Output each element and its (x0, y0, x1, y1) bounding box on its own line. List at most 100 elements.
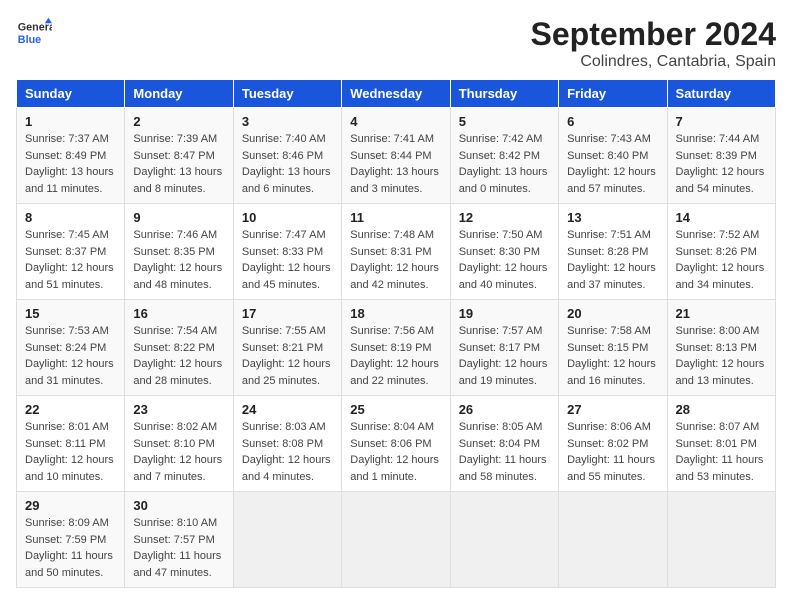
daylight-text: Daylight: 12 hours and 48 minutes. (133, 262, 222, 291)
day-number: 5 (459, 114, 550, 129)
sunrise-text: Sunrise: 7:58 AM (567, 325, 651, 337)
day-number: 16 (133, 306, 224, 321)
day-number: 11 (350, 210, 441, 225)
sunset-text: Sunset: 8:31 PM (350, 246, 431, 258)
sunset-text: Sunset: 8:26 PM (676, 246, 757, 258)
day-info: Sunrise: 8:10 AM Sunset: 7:57 PM Dayligh… (133, 515, 224, 581)
day-number: 26 (459, 402, 550, 417)
day-info: Sunrise: 7:37 AM Sunset: 8:49 PM Dayligh… (25, 131, 116, 197)
daylight-text: Daylight: 13 hours and 8 minutes. (133, 166, 222, 195)
sunrise-text: Sunrise: 7:54 AM (133, 325, 217, 337)
day-info: Sunrise: 7:50 AM Sunset: 8:30 PM Dayligh… (459, 227, 550, 293)
sunrise-text: Sunrise: 7:37 AM (25, 133, 109, 145)
calendar-cell (233, 492, 341, 588)
daylight-text: Daylight: 12 hours and 45 minutes. (242, 262, 331, 291)
header-tuesday: Tuesday (233, 80, 341, 108)
calendar-cell: 9 Sunrise: 7:46 AM Sunset: 8:35 PM Dayli… (125, 204, 233, 300)
day-info: Sunrise: 7:40 AM Sunset: 8:46 PM Dayligh… (242, 131, 333, 197)
day-number: 29 (25, 498, 116, 513)
sunset-text: Sunset: 8:21 PM (242, 342, 323, 354)
calendar-cell: 20 Sunrise: 7:58 AM Sunset: 8:15 PM Dayl… (559, 300, 667, 396)
day-number: 8 (25, 210, 116, 225)
sunset-text: Sunset: 8:37 PM (25, 246, 106, 258)
day-info: Sunrise: 7:41 AM Sunset: 8:44 PM Dayligh… (350, 131, 441, 197)
calendar-cell: 4 Sunrise: 7:41 AM Sunset: 8:44 PM Dayli… (342, 108, 450, 204)
sunrise-text: Sunrise: 7:51 AM (567, 229, 651, 241)
calendar-cell (342, 492, 450, 588)
calendar-subtitle: Colindres, Cantabria, Spain (531, 53, 776, 71)
day-info: Sunrise: 7:55 AM Sunset: 8:21 PM Dayligh… (242, 323, 333, 389)
daylight-text: Daylight: 12 hours and 34 minutes. (676, 262, 765, 291)
daylight-text: Daylight: 13 hours and 11 minutes. (25, 166, 114, 195)
sunset-text: Sunset: 8:47 PM (133, 150, 214, 162)
calendar-cell: 16 Sunrise: 7:54 AM Sunset: 8:22 PM Dayl… (125, 300, 233, 396)
calendar-cell: 19 Sunrise: 7:57 AM Sunset: 8:17 PM Dayl… (450, 300, 558, 396)
day-info: Sunrise: 8:06 AM Sunset: 8:02 PM Dayligh… (567, 419, 658, 485)
day-info: Sunrise: 8:07 AM Sunset: 8:01 PM Dayligh… (676, 419, 767, 485)
logo-icon: General Blue (16, 16, 52, 52)
day-number: 14 (676, 210, 767, 225)
sunrise-text: Sunrise: 7:48 AM (350, 229, 434, 241)
daylight-text: Daylight: 13 hours and 3 minutes. (350, 166, 439, 195)
calendar-cell: 10 Sunrise: 7:47 AM Sunset: 8:33 PM Dayl… (233, 204, 341, 300)
header-sunday: Sunday (17, 80, 125, 108)
sunrise-text: Sunrise: 7:50 AM (459, 229, 543, 241)
calendar-cell: 1 Sunrise: 7:37 AM Sunset: 8:49 PM Dayli… (17, 108, 125, 204)
sunrise-text: Sunrise: 7:52 AM (676, 229, 760, 241)
sunset-text: Sunset: 8:08 PM (242, 438, 323, 450)
sunset-text: Sunset: 7:57 PM (133, 534, 214, 546)
sunset-text: Sunset: 8:24 PM (25, 342, 106, 354)
daylight-text: Daylight: 12 hours and 57 minutes. (567, 166, 656, 195)
sunrise-text: Sunrise: 8:06 AM (567, 421, 651, 433)
day-info: Sunrise: 7:44 AM Sunset: 8:39 PM Dayligh… (676, 131, 767, 197)
sunset-text: Sunset: 8:02 PM (567, 438, 648, 450)
sunset-text: Sunset: 8:15 PM (567, 342, 648, 354)
svg-text:General: General (18, 21, 52, 33)
day-info: Sunrise: 7:57 AM Sunset: 8:17 PM Dayligh… (459, 323, 550, 389)
day-info: Sunrise: 7:43 AM Sunset: 8:40 PM Dayligh… (567, 131, 658, 197)
sunset-text: Sunset: 8:46 PM (242, 150, 323, 162)
calendar-week-row: 8 Sunrise: 7:45 AM Sunset: 8:37 PM Dayli… (17, 204, 776, 300)
sunrise-text: Sunrise: 8:02 AM (133, 421, 217, 433)
sunrise-text: Sunrise: 7:57 AM (459, 325, 543, 337)
day-info: Sunrise: 8:09 AM Sunset: 7:59 PM Dayligh… (25, 515, 116, 581)
day-info: Sunrise: 7:58 AM Sunset: 8:15 PM Dayligh… (567, 323, 658, 389)
calendar-cell: 18 Sunrise: 7:56 AM Sunset: 8:19 PM Dayl… (342, 300, 450, 396)
calendar-cell: 8 Sunrise: 7:45 AM Sunset: 8:37 PM Dayli… (17, 204, 125, 300)
day-number: 4 (350, 114, 441, 129)
header-monday: Monday (125, 80, 233, 108)
sunset-text: Sunset: 8:30 PM (459, 246, 540, 258)
sunset-text: Sunset: 8:33 PM (242, 246, 323, 258)
day-info: Sunrise: 7:51 AM Sunset: 8:28 PM Dayligh… (567, 227, 658, 293)
daylight-text: Daylight: 12 hours and 25 minutes. (242, 358, 331, 387)
calendar-cell (559, 492, 667, 588)
header-thursday: Thursday (450, 80, 558, 108)
day-info: Sunrise: 8:05 AM Sunset: 8:04 PM Dayligh… (459, 419, 550, 485)
day-number: 9 (133, 210, 224, 225)
day-number: 3 (242, 114, 333, 129)
day-info: Sunrise: 7:39 AM Sunset: 8:47 PM Dayligh… (133, 131, 224, 197)
day-info: Sunrise: 7:46 AM Sunset: 8:35 PM Dayligh… (133, 227, 224, 293)
calendar-cell (450, 492, 558, 588)
calendar-cell: 2 Sunrise: 7:39 AM Sunset: 8:47 PM Dayli… (125, 108, 233, 204)
day-number: 27 (567, 402, 658, 417)
calendar-cell: 27 Sunrise: 8:06 AM Sunset: 8:02 PM Dayl… (559, 396, 667, 492)
calendar-cell: 17 Sunrise: 7:55 AM Sunset: 8:21 PM Dayl… (233, 300, 341, 396)
day-number: 7 (676, 114, 767, 129)
calendar-cell: 15 Sunrise: 7:53 AM Sunset: 8:24 PM Dayl… (17, 300, 125, 396)
daylight-text: Daylight: 11 hours and 47 minutes. (133, 550, 221, 579)
day-info: Sunrise: 8:01 AM Sunset: 8:11 PM Dayligh… (25, 419, 116, 485)
day-info: Sunrise: 8:04 AM Sunset: 8:06 PM Dayligh… (350, 419, 441, 485)
day-info: Sunrise: 7:53 AM Sunset: 8:24 PM Dayligh… (25, 323, 116, 389)
calendar-cell: 24 Sunrise: 8:03 AM Sunset: 8:08 PM Dayl… (233, 396, 341, 492)
day-info: Sunrise: 8:02 AM Sunset: 8:10 PM Dayligh… (133, 419, 224, 485)
sunrise-text: Sunrise: 7:42 AM (459, 133, 543, 145)
calendar-cell: 6 Sunrise: 7:43 AM Sunset: 8:40 PM Dayli… (559, 108, 667, 204)
daylight-text: Daylight: 12 hours and 42 minutes. (350, 262, 439, 291)
day-info: Sunrise: 8:00 AM Sunset: 8:13 PM Dayligh… (676, 323, 767, 389)
calendar-cell: 3 Sunrise: 7:40 AM Sunset: 8:46 PM Dayli… (233, 108, 341, 204)
sunset-text: Sunset: 8:39 PM (676, 150, 757, 162)
daylight-text: Daylight: 12 hours and 40 minutes. (459, 262, 548, 291)
calendar-table: SundayMondayTuesdayWednesdayThursdayFrid… (16, 79, 776, 588)
daylight-text: Daylight: 13 hours and 6 minutes. (242, 166, 331, 195)
